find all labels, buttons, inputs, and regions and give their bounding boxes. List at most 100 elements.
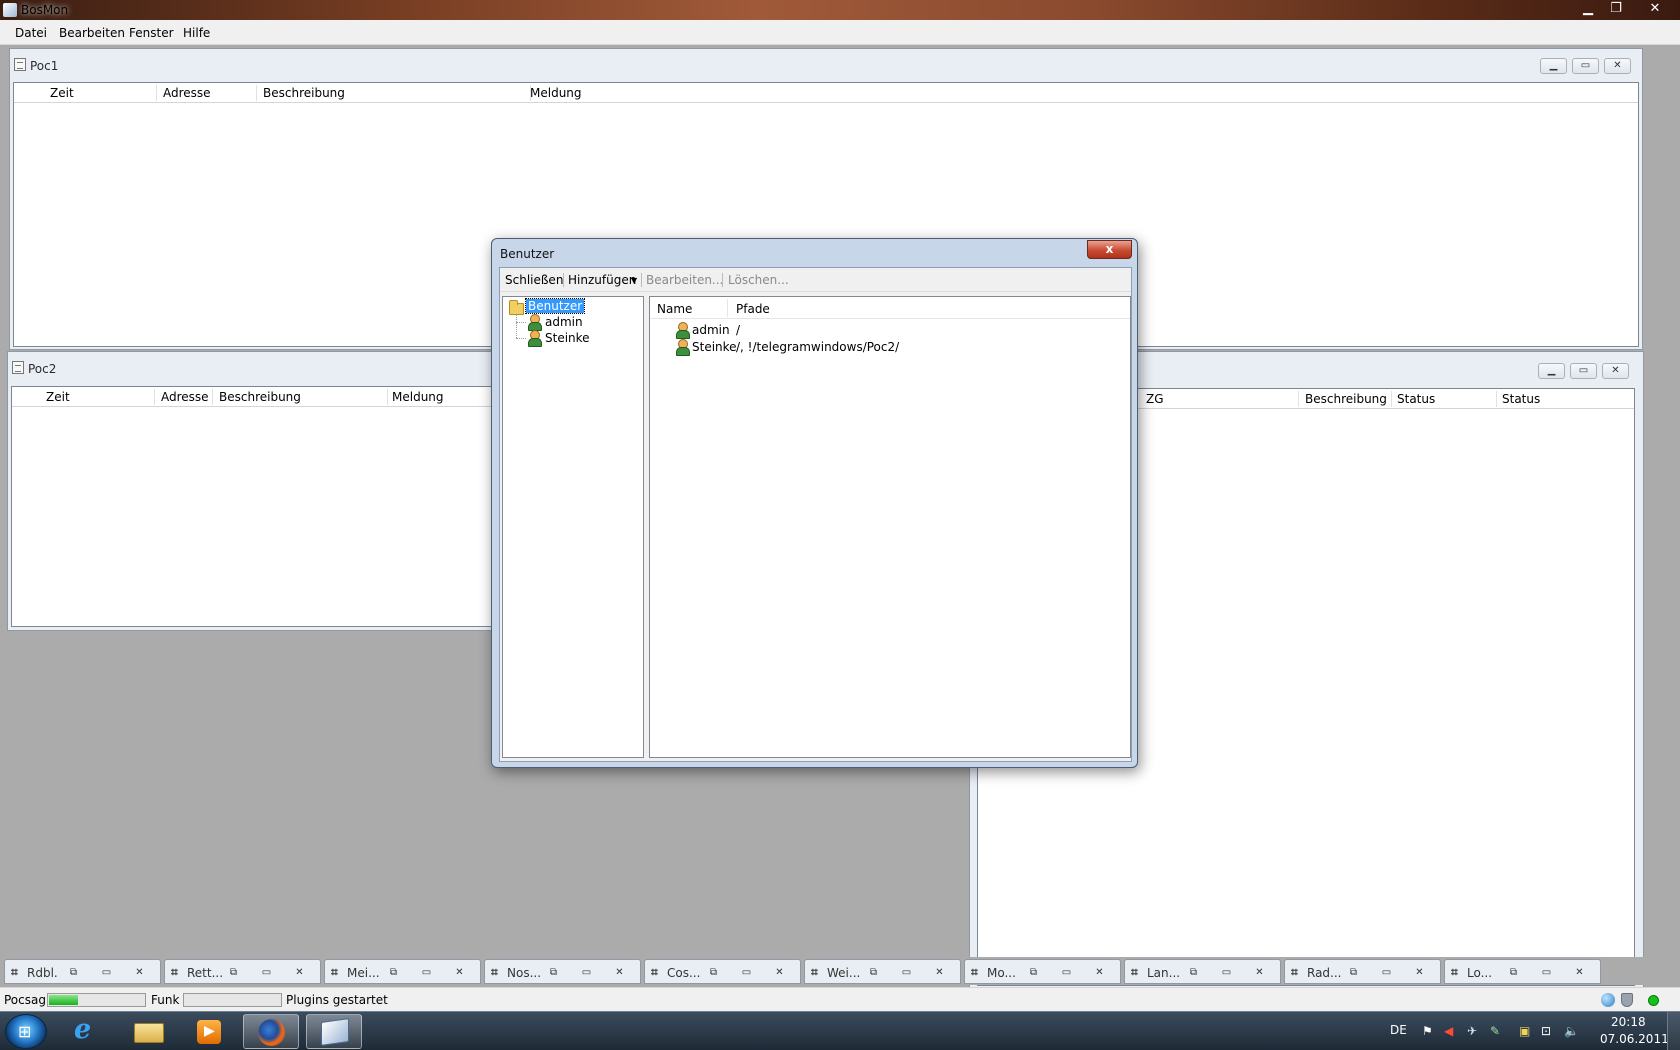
maximize-icon[interactable]: ▭ <box>94 965 119 980</box>
column-header-beschreibung[interactable]: Beschreibung <box>1305 392 1387 406</box>
maximize-icon[interactable]: ▭ <box>1374 965 1399 980</box>
maximize-icon[interactable]: ▭ <box>574 965 599 980</box>
restore-icon[interactable]: ⧉ <box>541 965 566 980</box>
maximize-icon[interactable]: ▭ <box>1214 965 1239 980</box>
users-list[interactable]: Name Pfade admin / Steinke /, !/telegram… <box>649 296 1131 758</box>
minimized-window-cos[interactable]: ⌗ Cos... ⧉ ▭ ✕ <box>644 959 801 984</box>
maximize-icon[interactable]: ▭ <box>894 965 919 980</box>
delete-button[interactable]: Löschen... <box>728 273 789 287</box>
add-button[interactable]: Hinzufügen <box>568 273 636 287</box>
taskbar-bosmon[interactable] <box>306 1014 362 1049</box>
tree-root-benutzer[interactable]: Benutzer <box>524 298 586 314</box>
restore-button[interactable]: ❐ <box>1602 0 1630 18</box>
show-desktop-button[interactable] <box>1667 1012 1680 1050</box>
column-header-zg[interactable]: ZG <box>1146 392 1164 406</box>
minimized-window-rad[interactable]: ⌗ Rad... ⧉ ▭ ✕ <box>1284 959 1441 984</box>
taskbar-firefox[interactable] <box>243 1014 299 1049</box>
close-icon[interactable]: ✕ <box>1247 965 1272 980</box>
minimize-button[interactable]: ▁ <box>1574 0 1602 18</box>
close-icon[interactable]: ✕ <box>927 965 952 980</box>
minimized-window-lo[interactable]: ⌗ Lo... ⧉ ▭ ✕ <box>1444 959 1601 984</box>
menu-hilfe[interactable]: Hilfe <box>183 26 210 40</box>
maximize-icon[interactable]: ▭ <box>734 965 759 980</box>
app-tray-icon[interactable]: ▣ <box>1519 1024 1533 1038</box>
network-tray-icon[interactable]: ✈ <box>1467 1024 1481 1038</box>
close-icon[interactable]: ✕ <box>127 965 152 980</box>
app-title-bar[interactable]: BosMon ▁ ❐ ✕ <box>0 0 1680 20</box>
close-icon[interactable]: ✕ <box>1567 965 1592 980</box>
restore-icon[interactable]: ⧉ <box>221 965 246 980</box>
network-icon[interactable]: ⊡ <box>1541 1024 1555 1038</box>
window-menu-icon[interactable] <box>14 58 26 71</box>
alert-icon[interactable]: ◀ <box>1444 1024 1458 1038</box>
tree-item-admin[interactable]: admin <box>545 315 583 329</box>
third-close-button[interactable]: ✕ <box>1602 363 1629 379</box>
column-header-adresse[interactable]: Adresse <box>163 86 211 100</box>
column-header-pfade[interactable]: Pfade <box>736 302 770 316</box>
tree-item-steinke[interactable]: Steinke <box>545 331 590 345</box>
column-header-meldung[interactable]: Meldung <box>530 86 582 100</box>
restore-icon[interactable]: ⧉ <box>61 965 86 980</box>
close-icon[interactable]: ✕ <box>287 965 312 980</box>
dropdown-arrow-icon[interactable]: ▼ <box>631 276 637 285</box>
maximize-icon[interactable]: ▭ <box>254 965 279 980</box>
close-icon[interactable]: ✕ <box>1407 965 1432 980</box>
minimized-window-nos[interactable]: ⌗ Nos... ⧉ ▭ ✕ <box>484 959 641 984</box>
third-maximize-button[interactable]: ▭ <box>1570 363 1597 379</box>
taskbar-explorer[interactable] <box>121 1014 177 1049</box>
restore-icon[interactable]: ⧉ <box>1021 965 1046 980</box>
column-header-adresse[interactable]: Adresse <box>161 390 209 404</box>
list-row[interactable]: Steinke /, !/telegramwindows/Poc2/ <box>650 338 1130 356</box>
minimized-window-wei[interactable]: ⌗ Wei... ⧉ ▭ ✕ <box>804 959 961 984</box>
menu-fenster[interactable]: Fenster <box>129 26 174 40</box>
minimized-window-rdbl[interactable]: ⌗ Rdbl. ⧉ ▭ ✕ <box>4 959 161 984</box>
pen-tray-icon[interactable]: ✎ <box>1490 1024 1504 1038</box>
window-menu-icon[interactable] <box>12 361 24 374</box>
poc2-window[interactable]: Poc2 Zeit Adresse Beschreibung Meldung <box>7 351 507 631</box>
action-center-flag-icon[interactable]: ⚑ <box>1422 1024 1436 1038</box>
volume-icon[interactable]: 🔈 <box>1564 1024 1579 1038</box>
language-indicator[interactable]: DE <box>1390 1023 1407 1037</box>
poc1-close-button[interactable]: ✕ <box>1604 58 1631 74</box>
list-row[interactable]: admin / <box>650 321 1130 339</box>
column-header-zeit[interactable]: Zeit <box>50 86 74 100</box>
close-dialog-button[interactable]: Schließen <box>505 273 563 287</box>
minimized-window-rett[interactable]: ⌗ Rett... ⧉ ▭ ✕ <box>164 959 321 984</box>
close-icon[interactable]: ✕ <box>767 965 792 980</box>
maximize-icon[interactable]: ▭ <box>1534 965 1559 980</box>
taskbar-media-player[interactable]: ▶ <box>182 1014 238 1049</box>
restore-icon[interactable]: ⧉ <box>701 965 726 980</box>
column-header-beschreibung[interactable]: Beschreibung <box>263 86 345 100</box>
poc1-maximize-button[interactable]: ▭ <box>1572 58 1599 74</box>
clock-time[interactable]: 20:18 <box>1611 1015 1646 1029</box>
menu-datei[interactable]: Datei <box>15 26 47 40</box>
close-icon[interactable]: ✕ <box>607 965 632 980</box>
users-tree[interactable]: Benutzer admin Steinke <box>502 296 644 758</box>
column-header-status[interactable]: Status <box>1397 392 1435 406</box>
column-header-zeit[interactable]: Zeit <box>46 390 70 404</box>
edit-button[interactable]: Bearbeiten... <box>646 273 723 287</box>
dialog-close-button[interactable]: x <box>1087 240 1132 259</box>
column-header-beschreibung[interactable]: Beschreibung <box>219 390 301 404</box>
start-button[interactable]: ⊞ <box>5 1014 47 1049</box>
clock-date[interactable]: 07.06.2011 <box>1600 1032 1669 1046</box>
minimized-window-mo[interactable]: ⌗ Mo... ⧉ ▭ ✕ <box>964 959 1121 984</box>
poc1-minimize-button[interactable]: ▁ <box>1540 58 1567 74</box>
maximize-icon[interactable]: ▭ <box>414 965 439 980</box>
restore-icon[interactable]: ⧉ <box>861 965 886 980</box>
minimized-window-mei[interactable]: ⌗ Mei... ⧉ ▭ ✕ <box>324 959 481 984</box>
taskbar-internet-explorer[interactable]: e <box>60 1014 116 1049</box>
restore-icon[interactable]: ⧉ <box>1341 965 1366 980</box>
users-dialog[interactable]: Benutzer x Schließen Hinzufügen ▼ Bearbe… <box>491 238 1138 768</box>
poc2-grid[interactable]: Zeit Adresse Beschreibung Meldung <box>11 386 505 627</box>
column-header-name[interactable]: Name <box>657 302 692 316</box>
restore-icon[interactable]: ⧉ <box>1181 965 1206 980</box>
minimized-window-lan[interactable]: ⌗ Lan... ⧉ ▭ ✕ <box>1124 959 1281 984</box>
menu-bearbeiten[interactable]: Bearbeiten <box>59 26 125 40</box>
close-button[interactable]: ✕ <box>1635 0 1675 18</box>
restore-icon[interactable]: ⧉ <box>381 965 406 980</box>
maximize-icon[interactable]: ▭ <box>1054 965 1079 980</box>
column-header-status-2[interactable]: Status <box>1502 392 1540 406</box>
third-minimize-button[interactable]: ▁ <box>1538 363 1565 379</box>
close-icon[interactable]: ✕ <box>1087 965 1112 980</box>
